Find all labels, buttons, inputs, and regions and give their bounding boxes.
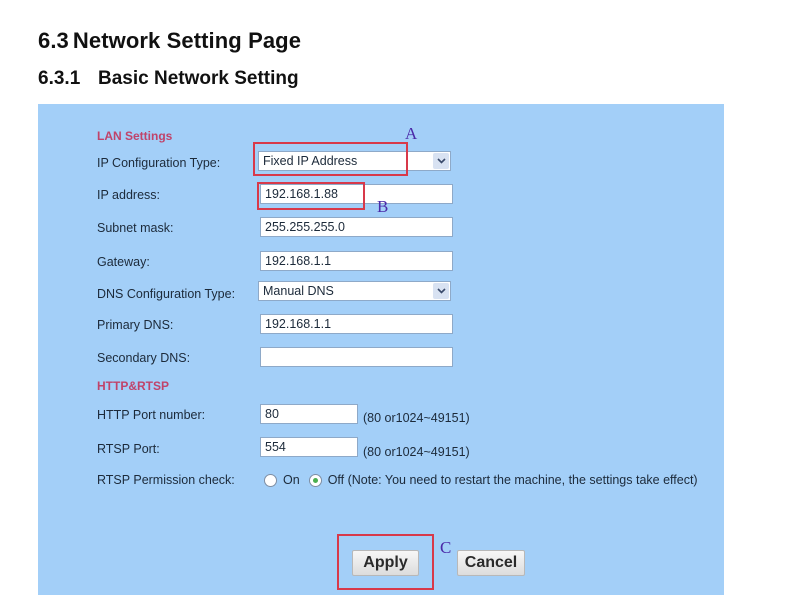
cancel-button[interactable]: Cancel — [457, 550, 525, 576]
rtsp-permission-off-radio[interactable] — [308, 473, 322, 487]
rtsp-permission-options: On Off (Note: You need to restart the ma… — [264, 473, 698, 487]
section-number: 6.3 — [38, 28, 69, 53]
subsection-title: Basic Network Setting — [98, 68, 299, 89]
subsection-heading: 6.3.1 Basic Network Setting — [38, 68, 299, 90]
annotation-label-c: C — [440, 538, 452, 557]
primary-dns-input[interactable] — [260, 314, 453, 334]
ip-config-type-label: IP Configuration Type: — [97, 156, 221, 170]
section-heading: 6.3 Network Setting Page — [38, 28, 301, 54]
http-rtsp-title: HTTP&RTSP — [97, 379, 169, 393]
secondary-dns-label: Secondary DNS: — [97, 351, 191, 365]
rtsp-port-hint: (80 or1024~49151) — [363, 445, 470, 459]
section-title: Network Setting Page — [72, 28, 302, 53]
rtsp-permission-on-radio[interactable] — [264, 473, 277, 487]
http-port-hint: (80 or1024~49151) — [363, 411, 470, 425]
lan-settings-title: LAN Settings — [97, 129, 173, 143]
annotation-box-a — [253, 142, 408, 176]
chevron-down-icon[interactable] — [433, 283, 449, 299]
rtsp-permission-off-label[interactable]: Off (Note: You need to restart the machi… — [328, 473, 698, 487]
rtsp-permission-on-label[interactable]: On — [283, 473, 300, 487]
subnet-mask-label: Subnet mask: — [97, 221, 174, 235]
gateway-input[interactable] — [260, 251, 453, 271]
rtsp-permission-label: RTSP Permission check: — [97, 473, 235, 487]
subsection-number: 6.3.1 — [38, 68, 81, 89]
rtsp-port-input[interactable] — [260, 437, 358, 457]
annotation-box-c — [337, 534, 434, 590]
gateway-label: Gateway: — [97, 255, 150, 269]
dns-config-type-label: DNS Configuration Type: — [97, 287, 236, 301]
annotation-label-a: A — [405, 124, 418, 143]
ip-address-label: IP address: — [97, 188, 161, 202]
primary-dns-label: Primary DNS: — [97, 318, 174, 332]
chevron-down-icon[interactable] — [433, 153, 449, 169]
dns-config-type-select[interactable]: Manual DNS — [258, 281, 451, 301]
annotation-box-b — [257, 182, 365, 210]
dns-config-type-value: Manual DNS — [263, 284, 334, 298]
http-port-input[interactable] — [260, 404, 358, 424]
subnet-mask-input[interactable] — [260, 217, 453, 237]
rtsp-port-label: RTSP Port: — [97, 442, 160, 456]
annotation-label-b: B — [377, 197, 389, 216]
secondary-dns-input[interactable] — [260, 347, 453, 367]
http-port-label: HTTP Port number: — [97, 408, 206, 422]
